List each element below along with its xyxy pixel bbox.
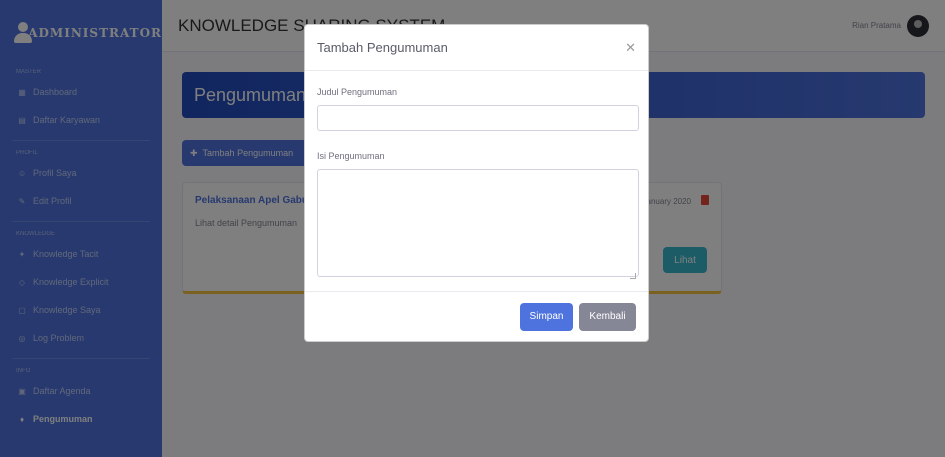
add-announcement-modal: Tambah Pengumuman ✕ Judul Pengumuman Isi… bbox=[304, 24, 649, 342]
judul-label: Judul Pengumuman bbox=[317, 87, 398, 97]
resize-handle-icon[interactable] bbox=[630, 273, 636, 279]
back-button[interactable]: Kembali bbox=[579, 302, 636, 331]
isi-textarea[interactable] bbox=[317, 169, 639, 277]
close-icon[interactable]: ✕ bbox=[625, 40, 636, 56]
modal-footer: Simpan Kembali bbox=[305, 291, 648, 341]
modal-title: Tambah Pengumuman bbox=[317, 40, 448, 55]
save-button[interactable]: Simpan bbox=[520, 302, 573, 331]
judul-input[interactable] bbox=[317, 105, 639, 131]
modal-body: Judul Pengumuman Isi Pengumuman bbox=[305, 71, 648, 282]
modal-header: Tambah Pengumuman ✕ bbox=[305, 25, 648, 71]
isi-label: Isi Pengumuman bbox=[317, 151, 385, 161]
